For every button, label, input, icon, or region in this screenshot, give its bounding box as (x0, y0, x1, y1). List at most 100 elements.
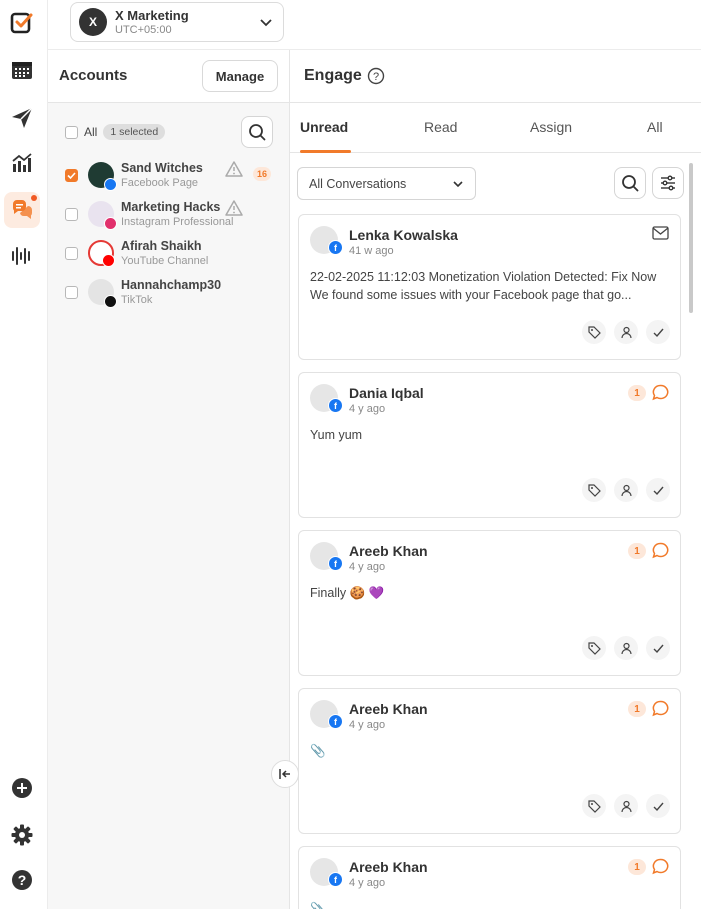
facebook-icon: f (328, 240, 343, 255)
select-all-label: All (84, 125, 98, 139)
assign-button[interactable] (614, 794, 638, 818)
account-type: YouTube Channel (121, 254, 209, 267)
app-logo-icon[interactable] (4, 5, 40, 41)
workspace-selector[interactable]: X X Marketing UTC+05:00 (70, 2, 284, 42)
account-avatar (88, 240, 115, 267)
accounts-header: Accounts Manage (48, 50, 289, 103)
select-all-row: All 1 selected (65, 124, 166, 140)
mark-done-button[interactable] (646, 636, 670, 660)
assign-button[interactable] (614, 478, 638, 502)
account-item-marketing-hacks[interactable]: Marketing Hacks Instagram Professional (65, 197, 285, 231)
select-all-checkbox[interactable] (65, 125, 78, 139)
account-name: Hannahchamp30 (121, 277, 222, 292)
publish-send-icon[interactable] (4, 100, 40, 136)
engage-panel: Engage ? Unread Read Assign All All Conv… (290, 50, 701, 909)
calendar-icon[interactable] (4, 52, 40, 88)
analytics-icon[interactable] (4, 145, 40, 181)
account-item-sand-witches[interactable]: Sand Witches Facebook Page (65, 158, 285, 192)
comment-count-badge: 1 (628, 385, 646, 401)
account-avatar (88, 162, 117, 191)
assign-button[interactable] (614, 320, 638, 344)
mark-done-button[interactable] (646, 320, 670, 344)
conversation-search-button[interactable] (614, 167, 646, 199)
tab-all[interactable]: All (647, 119, 663, 135)
workspace-info: X Marketing UTC+05:00 (115, 8, 259, 37)
conversation-card[interactable]: f Areeb Khan 4 y ago 1 Finally 🍪 💜 (298, 530, 681, 676)
tag-icon (587, 325, 601, 339)
conversation-time: 4 y ago (349, 877, 386, 889)
tag-button[interactable] (582, 636, 606, 660)
account-name: Afirah Shaikh (121, 238, 202, 253)
assign-button[interactable] (614, 636, 638, 660)
tab-assign[interactable]: Assign (530, 119, 572, 135)
conversation-card[interactable]: f Areeb Khan 4 y ago 1 📎 (298, 846, 681, 909)
settings-gear-icon[interactable] (4, 817, 40, 853)
account-search-button[interactable] (241, 116, 273, 148)
user-icon (620, 642, 632, 654)
user-icon (620, 800, 632, 812)
manage-button[interactable]: Manage (202, 60, 278, 92)
svg-text:?: ? (373, 71, 379, 83)
user-icon (620, 326, 632, 338)
comment-bubble-icon (652, 858, 669, 875)
conversation-card[interactable]: f Areeb Khan 4 y ago 1 📎 (298, 688, 681, 834)
scrollbar-thumb[interactable] (689, 163, 693, 313)
card-actions (582, 636, 670, 660)
card-actions (582, 478, 670, 502)
tag-icon (587, 641, 601, 655)
tag-button[interactable] (582, 478, 606, 502)
top-bar: X X Marketing UTC+05:00 (48, 0, 701, 50)
chevron-down-icon (260, 19, 272, 27)
conversation-card[interactable]: f Dania Iqbal 4 y ago 1 Yum yum (298, 372, 681, 518)
active-tab-indicator (300, 150, 351, 153)
contact-name: Dania Iqbal (349, 385, 424, 401)
check-icon (653, 486, 664, 495)
facebook-icon: f (328, 556, 343, 571)
conversation-card[interactable]: f Lenka Kowalska 41 w ago 22-02-2025 11:… (298, 214, 681, 360)
account-item-afirah-shaikh[interactable]: Afirah Shaikh YouTube Channel (65, 236, 285, 270)
account-checkbox[interactable] (65, 246, 78, 260)
notification-dot (31, 195, 37, 201)
account-checkbox[interactable] (65, 207, 78, 221)
account-type: Instagram Professional (121, 215, 234, 228)
engage-header: Engage ? (290, 50, 701, 103)
facebook-icon: f (328, 398, 343, 413)
engage-title: Engage (304, 67, 362, 84)
account-item-hannahchamp30[interactable]: Hannahchamp30 TikTok (65, 275, 285, 309)
contact-name: Lenka Kowalska (349, 227, 458, 243)
tag-icon (587, 799, 601, 813)
check-icon (653, 328, 664, 337)
mark-done-button[interactable] (646, 478, 670, 502)
collapse-panel-button[interactable] (271, 760, 299, 788)
conversation-time: 41 w ago (349, 245, 394, 257)
facebook-icon: f (328, 714, 343, 729)
account-type: TikTok (121, 293, 153, 306)
add-circle-icon[interactable] (4, 770, 40, 806)
conversation-scrollbar[interactable] (689, 163, 693, 909)
warning-icon (225, 161, 243, 177)
account-checkbox[interactable] (65, 168, 78, 182)
left-rail: ? (0, 0, 48, 909)
comment-count-badge: 1 (628, 701, 646, 717)
help-icon[interactable]: ? (367, 67, 385, 85)
accounts-panel: Accounts Manage All 1 selected Sand Witc… (48, 50, 290, 909)
app-root: ? X X Marketing UTC+05:00 Accounts Manag… (0, 0, 701, 909)
selected-count-badge: 1 selected (103, 124, 166, 140)
engage-inbox-icon[interactable] (4, 192, 40, 228)
tab-read[interactable]: Read (424, 119, 457, 135)
tab-unread[interactable]: Unread (300, 119, 348, 135)
tag-button[interactable] (582, 794, 606, 818)
help-question-icon[interactable]: ? (4, 862, 40, 898)
check-icon (67, 171, 76, 179)
comment-bubble-icon (652, 700, 669, 717)
account-checkbox[interactable] (65, 285, 78, 299)
conversation-filter-dropdown[interactable]: All Conversations (297, 167, 476, 200)
filter-settings-button[interactable] (652, 167, 684, 199)
tag-button[interactable] (582, 320, 606, 344)
contact-name: Areeb Khan (349, 701, 428, 717)
search-icon (249, 124, 266, 141)
mark-done-button[interactable] (646, 794, 670, 818)
comment-count-badge: 1 (628, 859, 646, 875)
engage-tabs: Unread Read Assign All (290, 103, 701, 153)
listening-waveform-icon[interactable] (4, 238, 40, 274)
